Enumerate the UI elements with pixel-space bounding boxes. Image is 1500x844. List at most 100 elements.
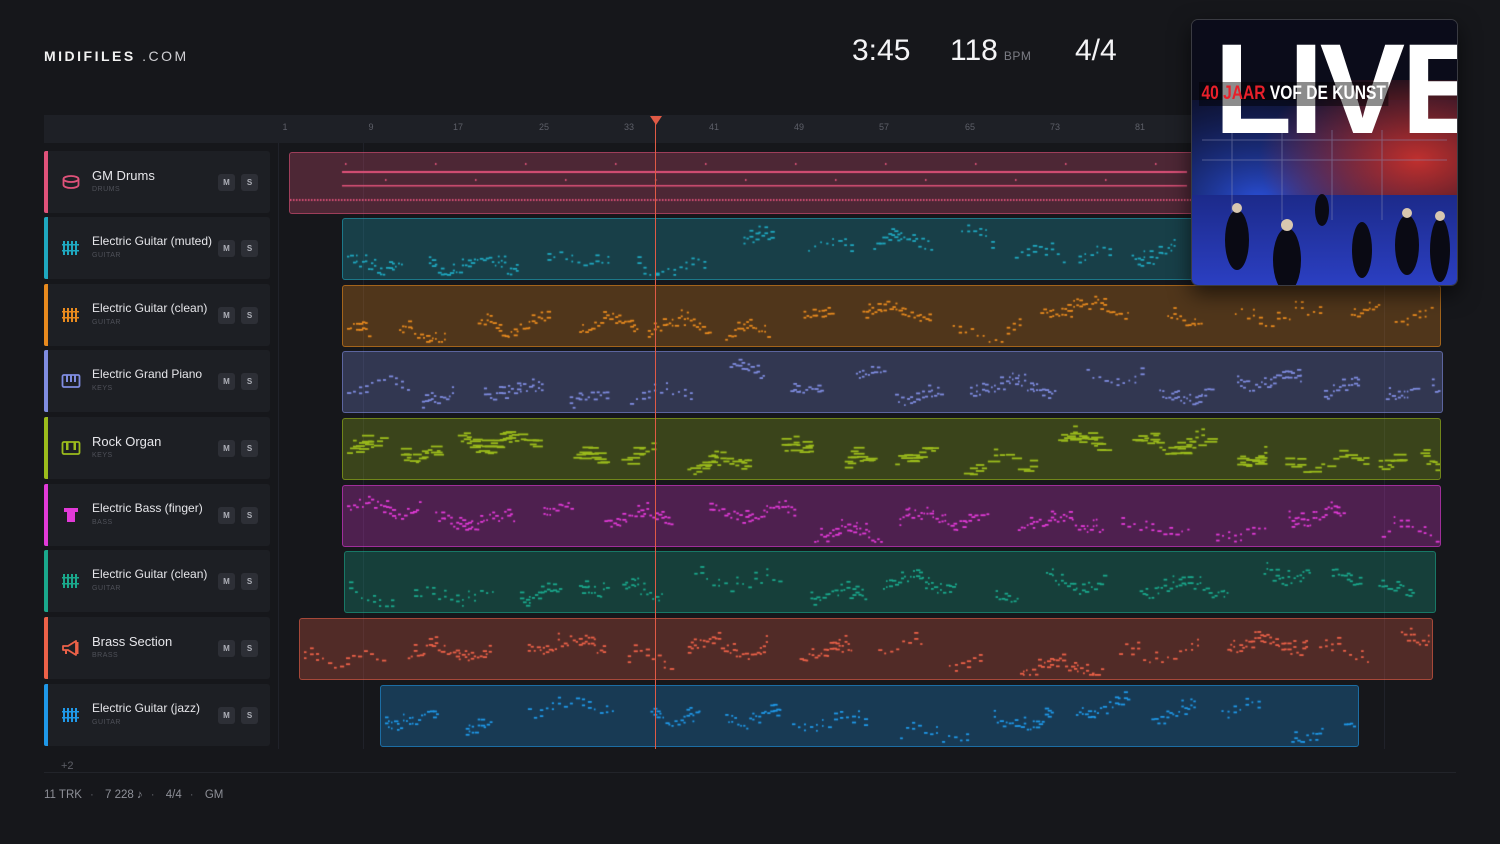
track-header[interactable]: Rock Organ KEYS M S xyxy=(44,417,270,479)
solo-button[interactable]: S xyxy=(241,573,258,590)
solo-button[interactable]: S xyxy=(241,707,258,724)
track-header[interactable]: Electric Guitar (clean) GUITAR M S xyxy=(44,550,270,612)
trumpet-icon xyxy=(62,640,79,656)
ruler-tick: 81 xyxy=(1134,122,1146,132)
album-subtitle: 40 JAAR VOF DE KUNST xyxy=(1199,82,1389,106)
more-tracks-indicator[interactable]: +2 xyxy=(61,760,74,772)
track-header[interactable]: Electric Guitar (jazz) GUITAR M S xyxy=(44,684,270,746)
mute-button[interactable]: M xyxy=(218,507,235,524)
track-header[interactable]: Electric Guitar (clean) GUITAR M S xyxy=(44,284,270,346)
track-category: GUITAR xyxy=(92,585,121,592)
piano-keys-icon xyxy=(61,374,81,388)
mute-button[interactable]: M xyxy=(218,373,235,390)
clip-note-pattern xyxy=(290,153,1195,213)
playhead-marker[interactable] xyxy=(650,116,662,125)
midi-clip-electric-bass[interactable] xyxy=(342,485,1441,547)
ruler-tick: 25 xyxy=(538,122,550,132)
track-name: Electric Guitar (clean) xyxy=(92,567,208,581)
track-color-bar xyxy=(44,151,48,213)
tempo-display: 118 BPM xyxy=(950,34,1031,68)
ruler-tick: 57 xyxy=(878,122,890,132)
mute-button[interactable]: M xyxy=(218,573,235,590)
ruler-tick: 65 xyxy=(964,122,976,132)
bass-icon xyxy=(64,508,78,522)
album-subtitle-red: 40 JAAR xyxy=(1201,83,1266,104)
solo-button[interactable]: S xyxy=(241,240,258,257)
track-color-bar xyxy=(44,684,48,746)
solo-button[interactable]: S xyxy=(241,174,258,191)
note-count: 7 228 ♪ xyxy=(104,789,143,801)
footer-stats: 11 TRK · 7 228 ♪ · 4/4 · GM xyxy=(44,789,224,801)
ruler-tick: 33 xyxy=(623,122,635,132)
mute-button[interactable]: M xyxy=(218,174,235,191)
track-category: GUITAR xyxy=(92,319,121,326)
track-category: GUITAR xyxy=(92,719,121,726)
mute-button[interactable]: M xyxy=(218,307,235,324)
mute-button[interactable]: M xyxy=(218,440,235,457)
drum-icon xyxy=(62,175,80,189)
track-name: Electric Guitar (muted) xyxy=(92,234,213,248)
ruler-tick: 17 xyxy=(452,122,464,132)
ruler-tick: 73 xyxy=(1049,122,1061,132)
track-category: KEYS xyxy=(92,452,113,459)
track-header[interactable]: Electric Bass (finger) BASS M S xyxy=(44,484,270,546)
midi-clip-guitar-jazz[interactable] xyxy=(380,685,1359,747)
grid-line xyxy=(278,143,279,749)
clip-note-pattern xyxy=(343,286,1440,346)
ruler-tick: 9 xyxy=(368,122,374,132)
track-color-bar xyxy=(44,350,48,412)
track-category: KEYS xyxy=(92,385,113,392)
midi-clip-guitar-clean-2[interactable] xyxy=(344,551,1436,613)
track-name: Electric Grand Piano xyxy=(92,367,203,381)
tempo-unit: BPM xyxy=(1003,49,1032,63)
track-category: GUITAR xyxy=(92,252,121,259)
midi-standard: GM xyxy=(204,789,224,801)
mute-button[interactable]: M xyxy=(218,240,235,257)
track-name: GM Drums xyxy=(92,168,155,183)
track-color-bar xyxy=(44,417,48,479)
track-header[interactable]: Electric Grand Piano KEYS M S xyxy=(44,350,270,412)
brand-suffix: .COM xyxy=(142,48,189,64)
midi-clip-guitar-clean[interactable] xyxy=(342,285,1441,347)
clip-note-pattern xyxy=(343,419,1440,479)
mute-button[interactable]: M xyxy=(218,707,235,724)
midi-clip-drums[interactable] xyxy=(289,152,1196,214)
track-category: BRASS xyxy=(92,652,119,659)
track-header[interactable]: Electric Guitar (muted) GUITAR M S xyxy=(44,217,270,279)
clip-note-pattern xyxy=(381,686,1358,746)
footer-divider xyxy=(44,772,1456,773)
clip-note-pattern xyxy=(343,486,1440,546)
album-cover: LIVE 40 JAAR VOF DE KUNST xyxy=(1191,19,1458,286)
mute-button[interactable]: M xyxy=(218,640,235,657)
solo-button[interactable]: S xyxy=(241,307,258,324)
track-count: 11 TRK xyxy=(44,789,82,801)
solo-button[interactable]: S xyxy=(241,373,258,390)
track-header[interactable]: GM Drums DRUMS M S xyxy=(44,151,270,213)
track-category: DRUMS xyxy=(92,186,121,193)
brand-logo: MIDIFILES .COM xyxy=(44,48,189,64)
playhead-line[interactable] xyxy=(655,122,656,749)
track-name: Electric Bass (finger) xyxy=(92,501,203,515)
track-color-bar xyxy=(44,484,48,546)
solo-button[interactable]: S xyxy=(241,507,258,524)
album-subtitle-white: VOF DE KUNST xyxy=(1269,83,1386,104)
midi-clip-guitar-muted[interactable] xyxy=(342,218,1196,280)
midi-clip-grand-piano[interactable] xyxy=(342,351,1443,413)
track-color-bar xyxy=(44,217,48,279)
guitar-fretboard-icon xyxy=(62,708,79,722)
solo-button[interactable]: S xyxy=(241,440,258,457)
footer-time-signature: 4/4 xyxy=(165,789,182,801)
midi-clip-rock-organ[interactable] xyxy=(342,418,1441,480)
tempo-value: 118 xyxy=(950,34,998,67)
guitar-fretboard-icon xyxy=(62,574,79,588)
solo-button[interactable]: S xyxy=(241,640,258,657)
clip-note-pattern xyxy=(300,619,1432,679)
track-color-bar xyxy=(44,617,48,679)
track-category: BASS xyxy=(92,519,113,526)
brand-name: MIDIFILES xyxy=(44,48,136,64)
track-name: Electric Guitar (jazz) xyxy=(92,701,201,715)
time-signature: 4/4 xyxy=(1075,34,1117,67)
track-header[interactable]: Brass Section BRASS M S xyxy=(44,617,270,679)
midi-clip-brass-section[interactable] xyxy=(299,618,1433,680)
ruler-tick: 1 xyxy=(282,122,288,132)
